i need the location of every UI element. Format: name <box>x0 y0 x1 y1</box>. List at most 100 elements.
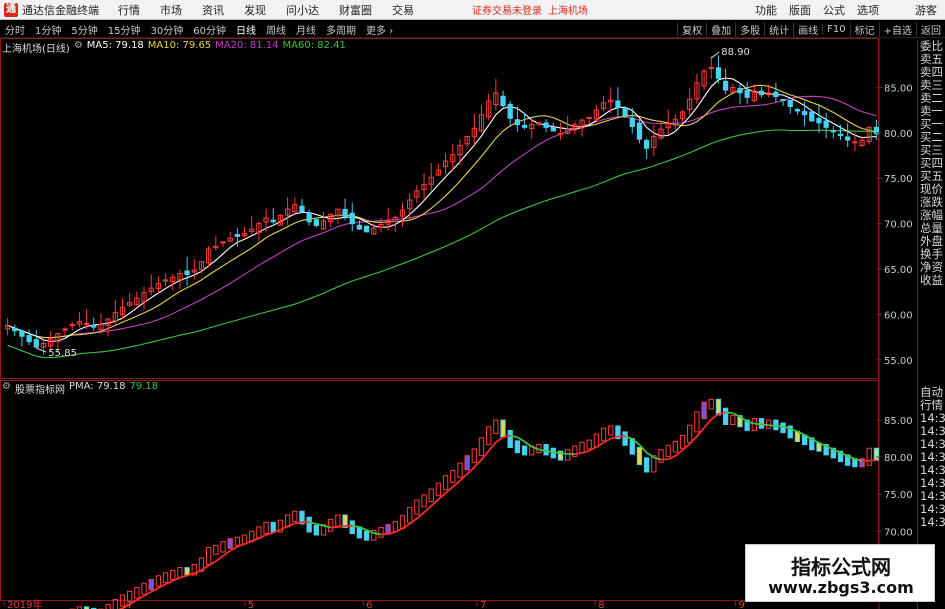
sidebar-item-13[interactable]: 涨幅 <box>918 209 945 222</box>
sidebar-item-3[interactable]: 卖三 <box>918 79 945 92</box>
sub-bar <box>608 425 614 436</box>
sub-bar <box>234 536 241 546</box>
login-status[interactable]: 证券交易未登录 <box>472 2 542 17</box>
sub-settings-icon[interactable]: ⚙ <box>2 381 11 396</box>
sub-bar <box>622 431 628 446</box>
sidebar2-item-1[interactable]: 行情 <box>918 399 945 412</box>
period-60min[interactable]: 60分钟 <box>188 22 231 37</box>
period-5min[interactable]: 5分钟 <box>66 22 102 37</box>
candle-body <box>773 91 779 97</box>
kline-chart[interactable]: 85.00 80.00 75.00 70.00 65.00 60.00 55.00 85.00… <box>0 38 917 609</box>
sidebar-item-15[interactable]: 外盘 <box>918 235 945 248</box>
sub-bar <box>636 447 643 466</box>
candle-body <box>787 99 793 107</box>
sidebar2-item-7[interactable]: 14:30 <box>918 477 945 490</box>
menu-item-market[interactable]: 市场 <box>150 2 192 18</box>
menu-item-function[interactable]: 功能 <box>749 2 783 18</box>
tool-multistock[interactable]: 多股 <box>735 22 764 37</box>
sub-bar <box>565 449 571 461</box>
period-15min[interactable]: 15分钟 <box>103 22 146 37</box>
candle-body <box>744 90 750 98</box>
candle-body <box>801 111 808 116</box>
high-price-label: 88.90 <box>721 47 750 58</box>
period-1min[interactable]: 1分钟 <box>30 22 66 37</box>
tool-draw[interactable]: 画线 <box>793 22 822 37</box>
period-intraday[interactable]: 分时 <box>0 22 30 37</box>
candle-body <box>758 90 765 96</box>
sub-legend: ⚙ 股票指标网 PMA: 79.18 79.18 <box>2 381 158 396</box>
candle-body <box>543 122 549 128</box>
tool-adjust[interactable]: 复权 <box>677 22 706 37</box>
sidebar-item-0[interactable]: 委比 <box>918 40 945 53</box>
app-title: 通达信金融终端 <box>22 3 99 17</box>
period-daily[interactable]: 日线 <box>231 22 261 37</box>
guest-label[interactable]: 游客 <box>885 2 945 18</box>
sidebar2-item-8[interactable]: 14:31 <box>918 490 945 503</box>
period-30min[interactable]: 30分钟 <box>145 22 188 37</box>
settings-icon[interactable]: ⚙ <box>74 40 83 55</box>
tool-f10[interactable]: F10 <box>822 24 849 35</box>
sidebar-item-9[interactable]: 买四 <box>918 157 945 170</box>
pma-segment <box>768 424 776 427</box>
menu-item-options[interactable]: 选项 <box>851 2 885 18</box>
sidebar2-item-6[interactable]: 14:30 <box>918 464 945 477</box>
sidebar-item-6[interactable]: 买一 <box>918 118 945 131</box>
tool-mark[interactable]: 标记 <box>849 22 879 37</box>
pma-segment <box>710 413 719 421</box>
menu-item-ask[interactable]: 问小达 <box>276 2 329 18</box>
sub-bar <box>313 524 319 536</box>
sidebar-item-14[interactable]: 总量 <box>918 222 945 235</box>
sidebar-item-10[interactable]: 买五 <box>918 170 945 183</box>
period-more[interactable]: 更多 › <box>361 22 398 37</box>
period-monthly[interactable]: 月线 <box>291 22 321 37</box>
candle-body <box>622 107 628 117</box>
sidebar2-item-9[interactable]: 14:31 <box>918 503 945 516</box>
sidebar2-item-3[interactable]: 14:30 <box>918 425 945 438</box>
sidebar-item-16[interactable]: 换手 <box>918 248 945 261</box>
menu-item-formula[interactable]: 公式 <box>817 2 851 18</box>
sidebar2-item-2[interactable]: 14:30 <box>918 412 945 425</box>
sub-bar <box>105 604 111 609</box>
sidebar-item-12[interactable]: 涨跌 <box>918 196 945 209</box>
candle-body <box>708 66 714 69</box>
sidebar2-item-5[interactable]: 14:30 <box>918 451 945 464</box>
sub-bar <box>471 448 477 463</box>
sidebar-item-2[interactable]: 卖四 <box>918 66 945 79</box>
pma-segment <box>251 537 260 543</box>
sub-bar <box>694 411 700 433</box>
sub-bar <box>464 455 470 471</box>
sidebar-item-1[interactable]: 卖五 <box>918 53 945 66</box>
menu-item-wealth[interactable]: 财富圈 <box>329 2 382 18</box>
menu-item-discover[interactable]: 发现 <box>234 2 276 18</box>
pma-segment <box>861 459 870 463</box>
sub-bar <box>730 415 736 426</box>
sidebar-item-18[interactable]: 收益 <box>918 274 945 287</box>
candle-body <box>12 327 18 332</box>
menu-item-trade[interactable]: 交易 <box>382 2 424 18</box>
menu-item-news[interactable]: 资讯 <box>192 2 234 18</box>
tool-overlay[interactable]: 叠加 <box>706 22 735 37</box>
period-multi[interactable]: 多周期 <box>321 22 361 37</box>
candle-body <box>722 80 729 91</box>
sidebar2-item-0[interactable]: 自动 <box>918 386 945 399</box>
period-weekly[interactable]: 周线 <box>261 22 291 37</box>
tool-back[interactable]: 返回 <box>916 22 945 37</box>
sidebar-item-8[interactable]: 买三 <box>918 144 945 157</box>
tool-add-watchlist[interactable]: +自选 <box>878 22 916 37</box>
sidebar2-item-10[interactable]: 14:31 <box>918 516 945 529</box>
sidebar-item-5[interactable]: 卖一 <box>918 105 945 118</box>
candle-body <box>234 234 241 237</box>
sub-bar <box>134 587 140 599</box>
sidebar-item-11[interactable]: 现价 <box>918 183 945 196</box>
tool-stats[interactable]: 统计 <box>764 22 793 37</box>
sidebar-item-7[interactable]: 买二 <box>918 131 945 144</box>
sidebar-item-17[interactable]: 净资 <box>918 261 945 274</box>
menu-item-quotes[interactable]: 行情 <box>108 2 150 18</box>
sidebar2-item-4[interactable]: 14:30 <box>918 438 945 451</box>
sub-bar <box>708 398 714 410</box>
candle-body <box>306 212 312 223</box>
sidebar-item-4[interactable]: 卖二 <box>918 92 945 105</box>
menu-item-layout[interactable]: 版面 <box>783 2 817 18</box>
pma-segment <box>409 517 418 525</box>
pma-value: 79.18 <box>129 381 159 392</box>
